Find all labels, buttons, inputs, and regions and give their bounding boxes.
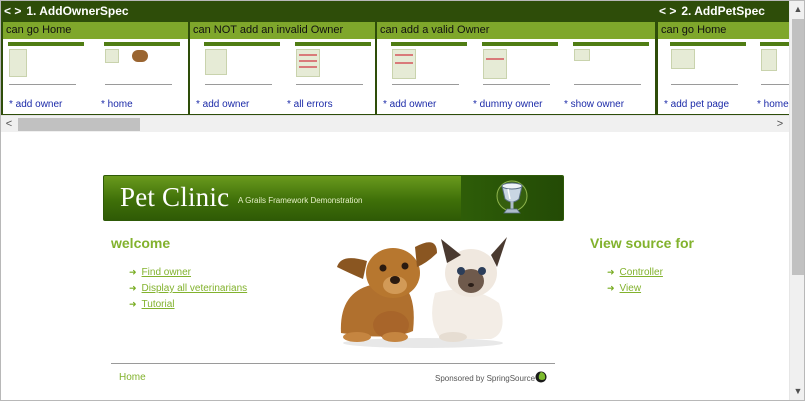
site-subtitle: A Grails Framework Demonstration <box>238 196 363 205</box>
grails-cup-logo-icon <box>496 180 528 214</box>
link-label[interactable]: View <box>620 283 642 294</box>
arrow-right-icon: ➜ <box>607 267 615 277</box>
link-label[interactable]: Find owner <box>142 267 191 278</box>
footer-home-link[interactable]: Home <box>119 372 146 383</box>
find-owner-link[interactable]: ➜ Find owner <box>129 267 191 278</box>
screenshot-thumbnail[interactable] <box>8 42 84 90</box>
feature-link[interactable]: * home <box>101 99 133 110</box>
welcome-heading: welcome <box>111 235 171 251</box>
arrow-right-icon: ➜ <box>129 267 137 277</box>
puppy-and-kitten-image <box>337 237 507 348</box>
scroll-down-icon[interactable]: ▼ <box>792 384 804 399</box>
feature-link[interactable]: * show owner <box>564 99 624 110</box>
feature-name: can add a valid Owner <box>377 22 655 39</box>
screenshot-thumbnail[interactable] <box>573 42 649 90</box>
feature-link[interactable]: * add owner <box>196 99 249 110</box>
spec-title-label: 1. AddOwnerSpec <box>26 4 129 18</box>
link-label[interactable]: Controller <box>620 267 663 278</box>
screenshot-thumbnail[interactable] <box>670 42 746 90</box>
screenshot-thumbnail[interactable] <box>482 42 558 90</box>
screenshot-thumbnail[interactable] <box>104 42 180 90</box>
screenshot-thumbnail[interactable] <box>760 42 789 90</box>
feature-link[interactable]: * add pet page <box>664 99 729 110</box>
screenshot-thumbnail[interactable] <box>391 42 467 90</box>
display-veterinarians-link[interactable]: ➜ Display all veterinarians <box>129 283 247 294</box>
horizontal-scrollbar[interactable]: < > <box>1 115 789 132</box>
spec-add-pet: < > 2. AddPetSpec can go Home * add pet p… <box>656 1 789 115</box>
tutorial-link[interactable]: ➜ Tutorial <box>129 299 175 310</box>
feature-panel: can add a valid Owner * add owner * dumm… <box>377 22 655 114</box>
spec-title: < > 1. AddOwnerSpec <box>1 1 129 21</box>
spec-add-owner: < > 1. AddOwnerSpec can go Home * add own… <box>1 1 656 115</box>
feature-name: can go Home <box>658 22 789 39</box>
controller-source-link[interactable]: ➜ Controller <box>607 267 663 278</box>
feature-link[interactable]: * home <box>757 99 789 110</box>
browser-viewport: < >1. AddOwnerSpec can go Home * add own… <box>0 0 805 401</box>
arrow-right-icon: ➜ <box>129 299 137 309</box>
feature-link[interactable]: * add owner <box>9 99 62 110</box>
feature-panel: can go Home * add owner * home <box>3 22 188 114</box>
footer-sponsor-text: Sponsored by SpringSource <box>435 374 536 383</box>
report-strip: < > 1. AddOwnerSpec can go Home * add own… <box>1 1 789 115</box>
feature-panel: can NOT add an invalid Owner * add owner… <box>190 22 375 114</box>
footer-divider <box>111 363 555 364</box>
feature-panel: can go Home * add pet page * home <box>658 22 789 114</box>
screenshot-thumbnail[interactable] <box>204 42 280 90</box>
arrow-right-icon: ➜ <box>607 283 615 293</box>
scroll-right-icon[interactable]: > <box>772 117 788 132</box>
feature-link[interactable]: * all errors <box>287 99 333 110</box>
view-source-link[interactable]: ➜ View <box>607 283 641 294</box>
site-title: Pet Clinic <box>120 182 230 212</box>
screenshot-thumbnail[interactable] <box>295 42 371 90</box>
spec-nav-arrows[interactable]: < > <box>4 4 21 18</box>
view-source-heading: View source for <box>590 235 695 251</box>
feature-link[interactable]: * dummy owner <box>473 99 542 110</box>
link-label[interactable]: Tutorial <box>142 299 175 310</box>
vertical-scrollbar[interactable]: ▲ ▼ <box>789 1 804 400</box>
horizontal-scroll-thumb[interactable] <box>18 118 140 131</box>
arrow-right-icon: ➜ <box>129 283 137 293</box>
spec-title: < > 2. AddPetSpec <box>656 1 765 21</box>
feature-name: can NOT add an invalid Owner <box>190 22 375 39</box>
feature-link[interactable]: * add owner <box>383 99 436 110</box>
feature-name: can go Home <box>3 22 188 39</box>
springsource-leaf-icon <box>535 371 547 383</box>
vertical-scroll-thumb[interactable] <box>792 19 804 275</box>
scroll-up-icon[interactable]: ▲ <box>792 2 804 17</box>
spec-nav-arrows[interactable]: < > <box>659 4 676 18</box>
scroll-left-icon[interactable]: < <box>1 117 17 132</box>
spec-title-label: 2. AddPetSpec <box>681 4 765 18</box>
link-label[interactable]: Display all veterinarians <box>142 283 248 294</box>
